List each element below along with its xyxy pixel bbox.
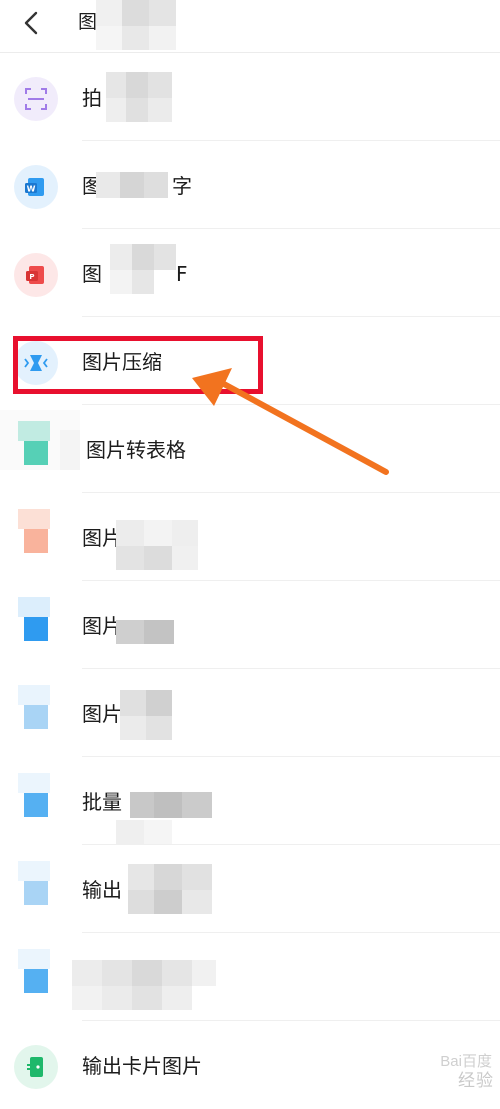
tool-icon [24,705,48,729]
list-item-image-to-table[interactable]: 图片转表格 [0,405,500,493]
list-item-label: 图 [82,262,102,286]
watermark-sub: 经验 [458,1071,494,1090]
tool-icon-shadow [18,773,50,793]
page-title: 图 [78,11,98,33]
list-item-label: 图片 [82,702,122,726]
list-item-label-suffix: F [176,262,188,286]
chevron-left-icon [24,11,38,35]
pdf-icon: P [14,253,58,297]
table-icon-shadow [18,421,50,441]
tool-icon-shadow [18,509,50,529]
svg-text:P: P [29,273,34,281]
list-item-output[interactable]: 输出 [0,845,500,933]
tool-icon [24,793,48,817]
list-item-batch[interactable]: 批量 [0,757,500,845]
list-item-image-to-pdf[interactable]: P 图 F [0,229,500,317]
list-item-image-8[interactable]: 图片 [0,669,500,757]
back-button[interactable] [14,6,48,40]
list-item-image-to-text[interactable]: W 图 字 [0,141,500,229]
list-item-image-6[interactable]: 图片 [0,493,500,581]
tool-icon-shadow [18,597,50,617]
tool-icon-shadow [18,685,50,705]
tool-icon-shadow [18,949,50,969]
list-item-image-7[interactable]: 图片 [0,581,500,669]
list-item-label: 输出卡片图片 [82,1054,202,1078]
list-item-label: 图片转表格 [86,438,186,462]
list-item-label: 图 [82,174,102,198]
tool-icon [24,969,48,993]
list-item-label: 图片 [82,614,122,638]
list-item-scan[interactable]: 拍 [0,53,500,141]
top-bar: 图 [0,0,500,50]
list-item-label: 批量 [82,790,122,814]
scan-icon [14,77,58,121]
svg-text:W: W [27,185,36,194]
list-item-obscured[interactable] [0,933,500,1021]
table-icon [24,441,48,465]
list-item-label: 图片 [82,526,122,550]
list-item-label: 输出 [82,878,122,902]
list-item-output-card-image[interactable]: 输出卡片图片 [0,1021,500,1109]
card-export-icon [14,1045,58,1089]
tool-icon [24,617,48,641]
word-document-icon: W [14,165,58,209]
highlight-box [13,336,263,394]
list-item-label: 拍 [82,86,102,110]
tool-icon-shadow [18,861,50,881]
list-item-label-suffix: 字 [172,174,192,198]
tool-icon [24,881,48,905]
tool-icon [24,529,48,553]
